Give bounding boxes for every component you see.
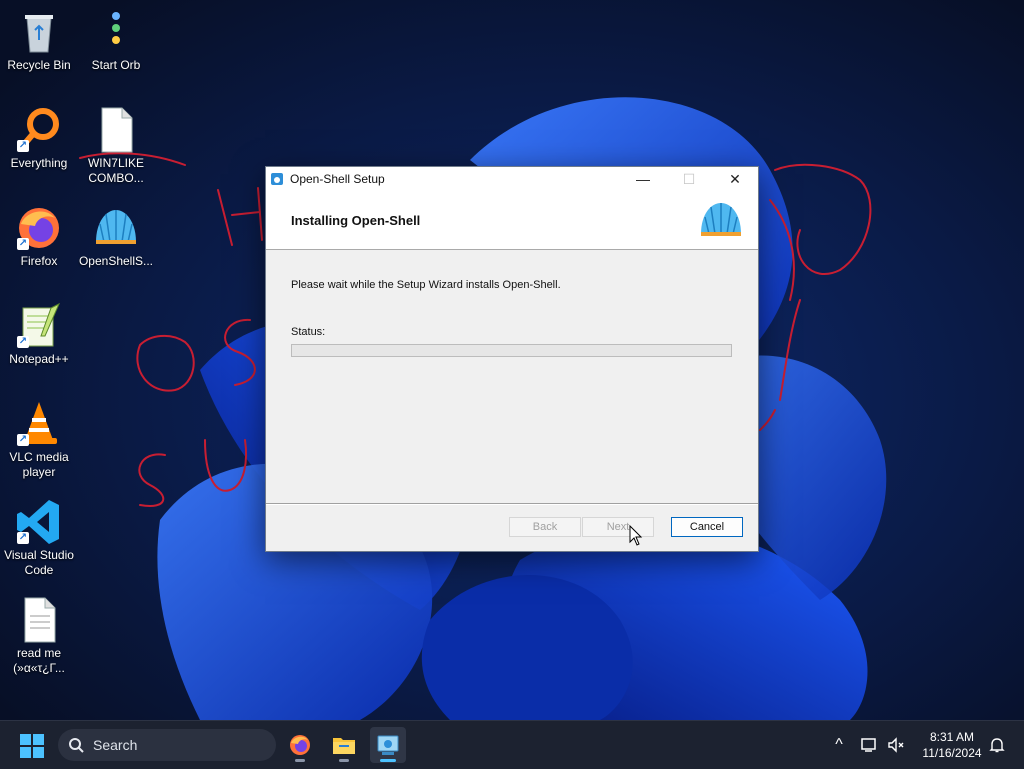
clock-date: 11/16/2024 bbox=[922, 746, 982, 760]
next-button[interactable]: Next bbox=[582, 517, 654, 537]
network-icon[interactable] bbox=[861, 736, 879, 754]
desktop-icon-label: OpenShellS... bbox=[78, 254, 154, 268]
shortcut-arrow-icon: ↗ bbox=[17, 140, 29, 152]
page-title: Installing Open-Shell bbox=[291, 213, 421, 228]
desktop-icon-recycle-bin[interactable]: Recycle Bin bbox=[0, 8, 78, 73]
desktop-icon-label: Start Orb bbox=[91, 58, 141, 72]
desktop-icon-openshell[interactable]: OpenShellS... bbox=[77, 204, 155, 269]
desktop-icon-vlc[interactable]: ↗ VLC media player bbox=[0, 400, 78, 480]
vlc-icon: ↗ bbox=[15, 400, 63, 448]
shortcut-arrow-icon: ↗ bbox=[17, 434, 29, 446]
desktop-icon-label: Recycle Bin bbox=[7, 58, 71, 72]
notepadpp-icon: ↗ bbox=[15, 302, 63, 350]
shortcut-arrow-icon: ↗ bbox=[17, 336, 29, 348]
openshell-icon bbox=[92, 204, 140, 252]
vscode-icon: ↗ bbox=[15, 498, 63, 546]
desktop-icon-label: Notepad++ bbox=[9, 352, 69, 366]
status-label: Status: bbox=[291, 326, 326, 338]
desktop-icon-label: Visual Studio Code bbox=[4, 548, 74, 577]
document-icon bbox=[92, 106, 140, 154]
recycle-bin-icon bbox=[15, 8, 63, 56]
install-message: Please wait while the Setup Wizard insta… bbox=[291, 279, 561, 291]
desktop-icon-everything[interactable]: ↗ Everything bbox=[0, 106, 78, 171]
mouse-cursor-icon bbox=[629, 525, 643, 546]
desktop-icon-label: read me (»α«τ¿Γ... bbox=[13, 646, 65, 675]
desktop-icon-label: Everything bbox=[10, 156, 68, 170]
maximize-button[interactable]: ☐ bbox=[666, 167, 712, 191]
dialog-banner: Installing Open-Shell bbox=[266, 191, 758, 250]
notification-bell-icon[interactable] bbox=[988, 736, 1006, 754]
shortcut-arrow-icon: ↗ bbox=[17, 238, 29, 250]
close-button[interactable]: ✕ bbox=[712, 167, 758, 191]
system-tray: ^ 8:31 AM 11/16/2024 bbox=[0, 721, 1024, 769]
firefox-icon: ↗ bbox=[15, 204, 63, 252]
shortcut-arrow-icon: ↗ bbox=[17, 532, 29, 544]
document-icon bbox=[15, 596, 63, 644]
taskbar: Search ^ 8:31 AM 11/16/2024 bbox=[0, 720, 1024, 769]
start-orb-icon bbox=[92, 8, 140, 56]
dialog-title: Open-Shell Setup bbox=[290, 172, 385, 186]
desktop-icon-notepadpp[interactable]: ↗ Notepad++ bbox=[0, 302, 78, 367]
everything-icon: ↗ bbox=[15, 106, 63, 154]
desktop-icon-readme[interactable]: read me (»α«τ¿Γ... bbox=[0, 596, 78, 676]
desktop-icon-win7like[interactable]: WIN7LIKE COMBO... bbox=[77, 106, 155, 186]
show-hidden-icons-chevron-icon[interactable]: ^ bbox=[830, 736, 848, 754]
footer-divider bbox=[266, 503, 758, 504]
openshell-logo-icon bbox=[701, 203, 741, 236]
taskbar-clock[interactable]: 8:31 AM 11/16/2024 bbox=[912, 729, 992, 761]
setup-dialog: Open-Shell Setup — ☐ ✕ Installing Open-S… bbox=[265, 166, 759, 552]
desktop-icon-vscode[interactable]: ↗ Visual Studio Code bbox=[0, 498, 78, 578]
install-progress-bar bbox=[291, 344, 732, 357]
setup-app-icon bbox=[271, 173, 283, 185]
back-button[interactable]: Back bbox=[509, 517, 581, 537]
desktop-icon-label: VLC media player bbox=[9, 450, 69, 479]
desktop-icon-label: WIN7LIKE COMBO... bbox=[87, 156, 144, 185]
desktop-icon-firefox[interactable]: ↗ Firefox bbox=[0, 204, 78, 269]
dialog-titlebar[interactable]: Open-Shell Setup — ☐ ✕ bbox=[266, 167, 758, 191]
cancel-button[interactable]: Cancel bbox=[671, 517, 743, 537]
clock-time: 8:31 AM bbox=[929, 730, 975, 744]
volume-muted-icon[interactable] bbox=[887, 736, 905, 754]
desktop-icon-start-orb[interactable]: Start Orb bbox=[77, 8, 155, 73]
desktop-icon-label: Firefox bbox=[20, 254, 58, 268]
minimize-button[interactable]: — bbox=[620, 167, 666, 191]
